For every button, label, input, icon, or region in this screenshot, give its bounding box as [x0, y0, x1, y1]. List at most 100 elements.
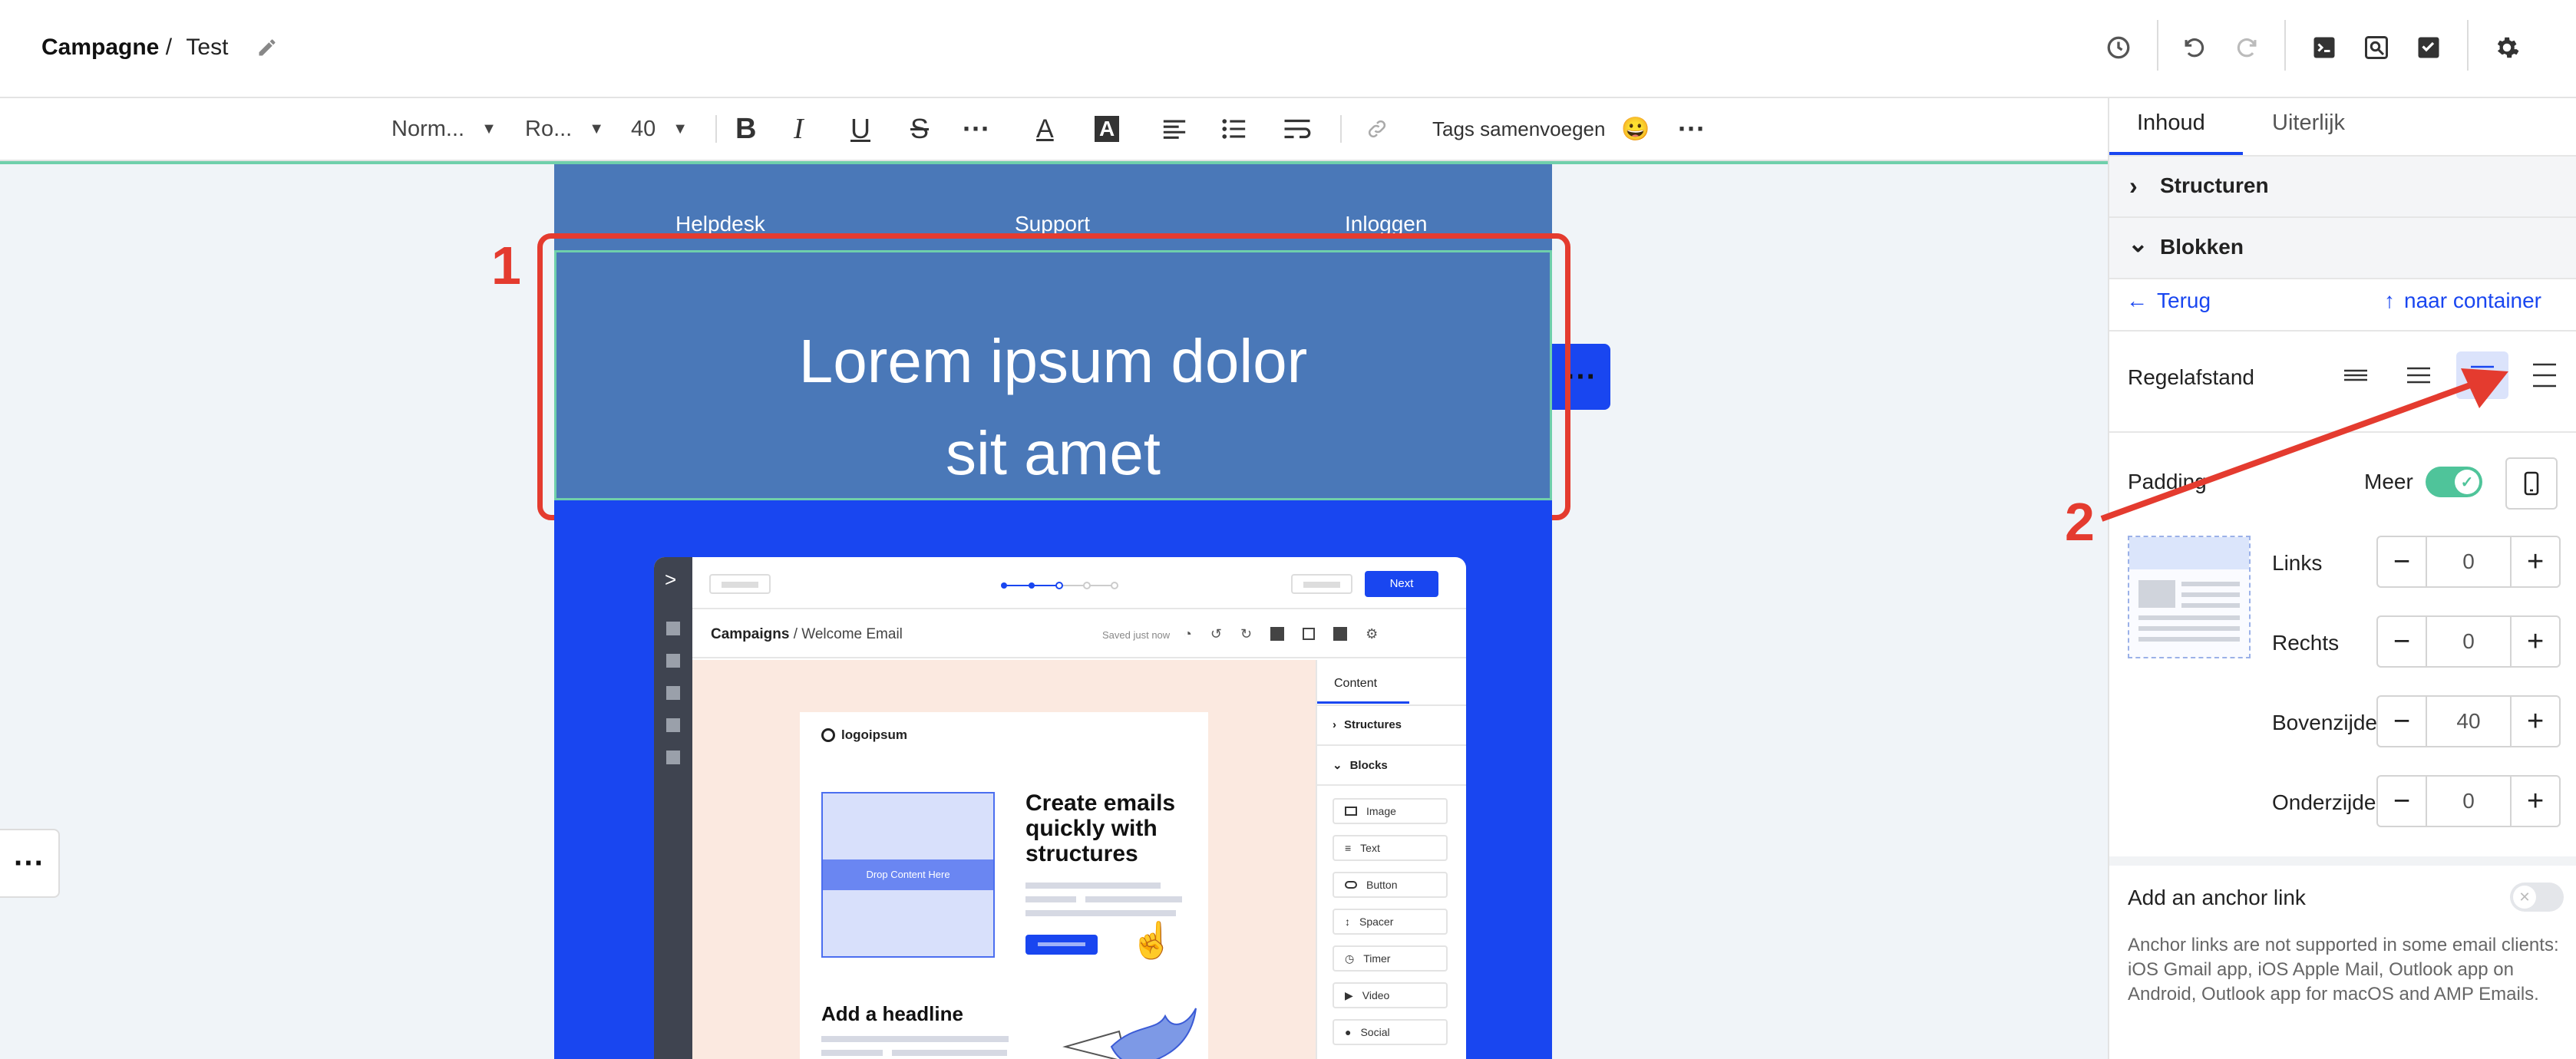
row-separator [2109, 330, 2576, 332]
mini-block-label: Video [1362, 989, 1390, 1001]
padding-right-value[interactable]: 0 [2426, 615, 2511, 668]
mini-sidebar-item [666, 718, 680, 732]
padding-bottom-stepper[interactable]: − 0 + [2376, 775, 2561, 827]
mini-block-label: Timer [1363, 952, 1391, 965]
mini-block-label: Social [1360, 1026, 1390, 1038]
video-icon: ▶ [1345, 988, 1353, 1001]
font-family-select[interactable]: Ro... ▼ [525, 98, 604, 160]
divider [2157, 20, 2158, 71]
font-size-select[interactable]: 40 ▼ [631, 98, 688, 160]
undo-icon[interactable] [2175, 29, 2212, 66]
timer-icon: ◷ [1345, 952, 1355, 965]
divider [715, 115, 717, 143]
version-history-icon[interactable] [2100, 29, 2137, 66]
decrement-button[interactable]: − [2376, 536, 2427, 588]
breadcrumb-separator: / [165, 35, 173, 60]
bird-illustration [1058, 1001, 1204, 1059]
text-color-icon[interactable]: A [1036, 98, 1054, 160]
mini-drop-label: Drop Content Here [823, 859, 993, 890]
image-block[interactable]: > Next Campaigns / Welcome Email Saved j… [554, 500, 1552, 1059]
decrement-button[interactable]: − [2376, 775, 2427, 827]
settings-gear-icon[interactable] [2488, 29, 2525, 66]
breadcrumb-current: Test [186, 35, 229, 60]
back-link[interactable]: ← Terug [2126, 289, 2211, 313]
mini-row-separator [1317, 744, 1466, 746]
test-send-icon[interactable] [2410, 29, 2447, 66]
to-container-link[interactable]: ↑ naar container [2384, 289, 2541, 313]
preview-line [2181, 603, 2240, 608]
highlight-color-icon[interactable]: A [1095, 98, 1120, 160]
bullet-list-icon[interactable] [1217, 114, 1251, 144]
padding-right-stepper[interactable]: − 0 + [2376, 615, 2561, 668]
mini-block-item: ● Social [1333, 1019, 1448, 1045]
mini-block-item: Button [1333, 872, 1448, 898]
more-options-icon[interactable]: ··· [1678, 98, 1706, 160]
decrement-button[interactable]: − [2376, 695, 2427, 747]
left-more-button[interactable]: ··· [0, 829, 60, 898]
anchor-link-label: Add an anchor link [2128, 886, 2306, 909]
increment-button[interactable]: + [2510, 775, 2561, 827]
increment-button[interactable]: + [2510, 615, 2561, 668]
annotation-marker-2: 2 [2065, 492, 2095, 552]
section-separator [2109, 856, 2576, 866]
breadcrumb-root[interactable]: Campagne [41, 35, 159, 60]
increment-button[interactable]: + [2510, 536, 2561, 588]
tab-inhoud[interactable]: Inhoud [2137, 111, 2205, 136]
mini-right-panel: Content › Structures ⌄ Blocks Image ≡ Text … [1316, 660, 1466, 1059]
align-left-icon[interactable] [1158, 114, 1191, 144]
preview-line [2138, 637, 2240, 642]
gear-icon: ⚙ [1366, 625, 1379, 642]
mini-structures-label: Structures [1344, 718, 1402, 731]
divider [1340, 115, 1342, 143]
tab-uiterlijk[interactable]: Uiterlijk [2272, 111, 2345, 136]
decrement-button[interactable]: − [2376, 615, 2427, 668]
edit-pencil-icon[interactable] [252, 32, 282, 63]
mini-sidebar-item [666, 654, 680, 668]
padding-left-stepper[interactable]: − 0 + [2376, 536, 2561, 588]
preview-icon[interactable] [2358, 29, 2395, 66]
line-spacing-option-4-icon[interactable] [2521, 351, 2568, 399]
mini-header-row: Campaigns / Welcome Email Saved just now… [692, 611, 1466, 658]
underline-icon[interactable]: U [850, 98, 870, 160]
mini-canvas: logoipsum Drop Content Here Create email… [692, 660, 1316, 1059]
more-format-icon[interactable]: ··· [963, 98, 990, 160]
link-icon[interactable] [1360, 114, 1394, 144]
mini-breadcrumb-root: Campaigns [711, 626, 790, 642]
padding-top-value[interactable]: 40 [2426, 695, 2511, 747]
mini-block-item: ↕ Spacer [1333, 909, 1448, 935]
mini-sidebar-item [666, 751, 680, 764]
blocks-label: Blokken [2160, 235, 2244, 259]
mini-text-line [1025, 910, 1176, 916]
preview-icon [1303, 628, 1316, 640]
top-bar: Campagne / Test [0, 0, 2576, 98]
annotation-marker-1: 1 [491, 236, 521, 295]
paragraph-style-select[interactable]: Norm... ▼ [391, 98, 497, 160]
merge-tags-button[interactable]: Tags samenvoegen [1432, 98, 1605, 160]
padding-bottom-value[interactable]: 0 [2426, 775, 2511, 827]
text-icon: ≡ [1345, 842, 1352, 854]
spacer-icon: ↕ [1345, 915, 1350, 928]
mini-block-label: Spacer [1359, 915, 1394, 928]
padding-left-value[interactable]: 0 [2426, 536, 2511, 588]
product-screenshot: > Next Campaigns / Welcome Email Saved j… [654, 557, 1466, 1059]
blocks-row[interactable]: ⌄ Blokken [2109, 218, 2576, 278]
logo-icon [821, 728, 835, 742]
padding-top-stepper[interactable]: − 40 + [2376, 695, 2561, 747]
mini-sidebar-item [666, 622, 680, 635]
code-terminal-icon[interactable] [2306, 29, 2343, 66]
mini-drop-zone: Drop Content Here [821, 792, 995, 958]
text-wrap-icon[interactable] [1279, 114, 1316, 144]
italic-icon[interactable]: I [794, 98, 804, 160]
chevron-down-icon: ▼ [481, 120, 497, 137]
anchor-link-toggle[interactable]: ✕ [2510, 882, 2564, 912]
mini-block-list: Image ≡ Text Button ↕ Spacer ◷ Timer ▶ Video… [1333, 798, 1448, 1056]
redo-icon[interactable] [2229, 29, 2266, 66]
preview-top-padding [2129, 537, 2249, 569]
emoji-icon[interactable]: 😀 [1621, 98, 1650, 160]
mini-text-line [821, 1036, 1009, 1042]
increment-button[interactable]: + [2510, 695, 2561, 747]
mini-block-item: ▶ Video [1333, 982, 1448, 1008]
bold-icon[interactable]: B [735, 98, 756, 160]
strikethrough-icon[interactable]: S [910, 98, 929, 160]
structures-row[interactable]: › Structuren [2109, 157, 2576, 216]
